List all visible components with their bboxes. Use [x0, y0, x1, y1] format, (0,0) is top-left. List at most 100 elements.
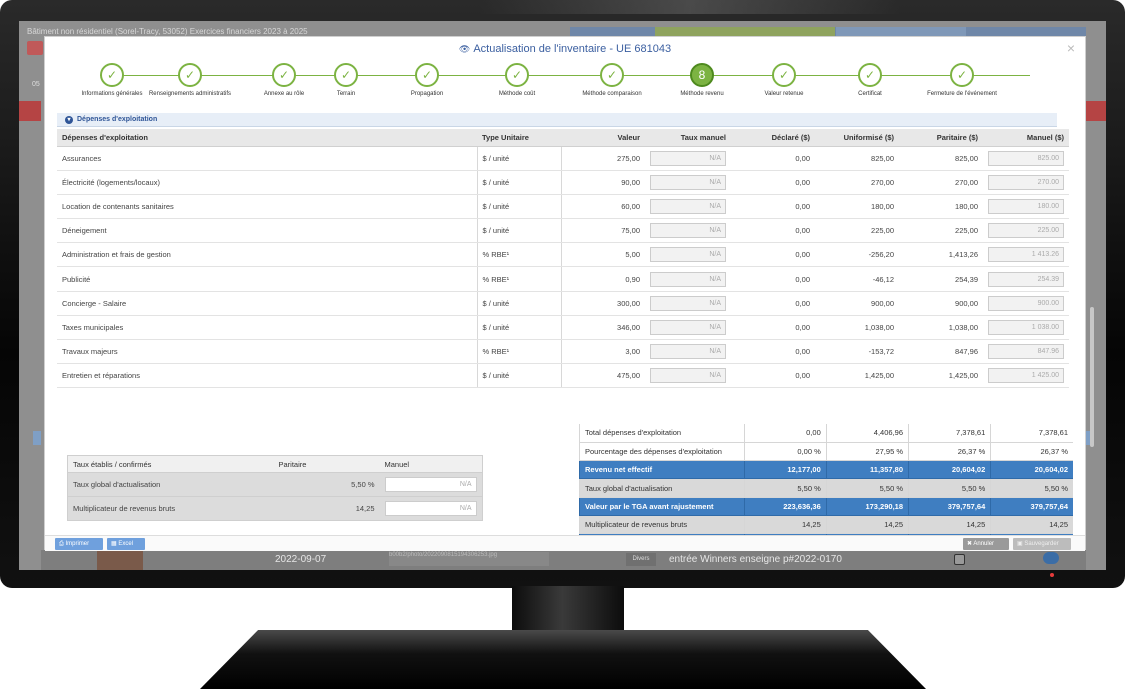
- rate-parity: 14,25: [273, 496, 380, 521]
- summary-manual: 7,378,61: [990, 424, 1073, 443]
- expense-name: Publicité: [57, 266, 477, 292]
- manual-rate-cell: N/A: [645, 170, 731, 195]
- rates-header-parity: Paritaire: [273, 455, 380, 473]
- background-red-button: [27, 41, 43, 55]
- table-row: Entretien et réparations $ / unité 475,00 N…: [57, 363, 1069, 389]
- manual-value-input[interactable]: 180.00: [988, 198, 1064, 214]
- expense-type: $ / unité: [476, 291, 561, 316]
- rate-manual-cell: N/A: [379, 472, 482, 497]
- manual-value-input[interactable]: 900.00: [988, 295, 1064, 311]
- summary-declared: 223,636,36: [743, 497, 827, 516]
- modal-header: 👁 Actualisation de l'inventaire - UE 6810…: [45, 37, 1085, 61]
- parity-value: 180,00: [899, 194, 983, 220]
- standardized-value: -46,12: [815, 266, 899, 292]
- manual-value-cell: 847.96: [983, 339, 1069, 365]
- manual-value-input[interactable]: 1 425.00: [988, 368, 1064, 384]
- summary-table: Total dépenses d'exploitation 0,00 4,406,9…: [579, 424, 1073, 535]
- wizard-stepper: ✓ Informations générales ✓ Renseignements a…: [45, 61, 1085, 113]
- cancel-button[interactable]: ✖ Annuler: [963, 538, 1009, 550]
- chevron-down-icon: ▾: [65, 116, 73, 124]
- standardized-value: 270,00: [815, 170, 899, 195]
- summary-label: Pourcentage des dépenses d'exploitation: [579, 442, 744, 462]
- summary-standardized: 11,357,80: [825, 460, 909, 480]
- manual-value-input[interactable]: 254.39: [988, 271, 1064, 287]
- col-header-standardized: Uniformisé ($): [815, 129, 899, 147]
- rate-manual-input[interactable]: N/A: [384, 477, 477, 492]
- manual-rate-input[interactable]: N/A: [650, 319, 726, 335]
- check-icon: ✓: [772, 63, 796, 87]
- manual-value-input[interactable]: 825.00: [988, 150, 1064, 166]
- section-header-expenses[interactable]: ▾ Dépenses d'exploitation: [57, 113, 1057, 127]
- col-header-type: Type Unitaire: [477, 129, 561, 147]
- section-title: Dépenses d'exploitation: [77, 116, 158, 123]
- manual-value-input[interactable]: 270.00: [988, 174, 1064, 190]
- table-row: Assurances $ / unité 275,00 N/A 0,00 825,00 82…: [57, 146, 1069, 171]
- summary-row: Multiplicateur de revenus bruts 14,25 14,2…: [579, 515, 1073, 535]
- summary-row: Valeur par le TGA avant rajustement 223,6…: [579, 497, 1073, 516]
- background-row-description: entrée Winners enseigne p#2022-0170: [669, 554, 842, 565]
- expense-type: $ / unité: [476, 146, 561, 171]
- manual-rate-input[interactable]: N/A: [650, 368, 726, 384]
- close-icon[interactable]: ×: [1067, 40, 1075, 56]
- step-6[interactable]: ✓ Méthode coût: [462, 61, 572, 97]
- manual-rate-input[interactable]: N/A: [650, 223, 726, 239]
- manual-value-input[interactable]: 1 413.26: [988, 247, 1064, 263]
- rates-row: Multiplicateur de revenus bruts 14,25 N/A: [67, 496, 482, 521]
- expense-value: 60,00: [560, 194, 645, 220]
- screen: Bâtiment non résidentiel (Sorel-Tracy, 5…: [19, 21, 1106, 570]
- check-icon: ✓: [600, 63, 624, 87]
- excel-button[interactable]: ▦ Excel: [107, 538, 145, 550]
- rate-manual-cell: N/A: [379, 496, 482, 521]
- bezel-glare: [480, 0, 900, 14]
- rates-header-row: Taux établis / confirmés Paritaire Manue…: [67, 455, 482, 473]
- content-scrollbar[interactable]: [1090, 307, 1094, 447]
- parity-value: 1,413,26: [899, 242, 983, 268]
- step-11[interactable]: ✓ Fermeture de l'événement: [907, 61, 1017, 97]
- summary-manual: 5,50 %: [990, 478, 1073, 498]
- summary-body: Total dépenses d'exploitation 0,00 4,406,9…: [579, 424, 1073, 535]
- declared-value: 0,00: [731, 291, 815, 316]
- manual-value-input[interactable]: 847.96: [988, 344, 1064, 360]
- expense-name: Électricité (logements/locaux): [57, 170, 477, 195]
- expenses-body: Assurances $ / unité 275,00 N/A 0,00 825,00 82…: [57, 146, 1069, 389]
- summary-label: Total dépenses d'exploitation: [579, 424, 744, 443]
- manual-rate-input[interactable]: N/A: [650, 295, 726, 311]
- manual-rate-input[interactable]: N/A: [650, 247, 726, 263]
- expense-value: 475,00: [560, 363, 645, 389]
- manual-rate-input[interactable]: N/A: [650, 344, 726, 360]
- expense-type: % RBE¹: [476, 266, 561, 292]
- background-photo-row: [41, 550, 1086, 570]
- expense-value: 90,00: [560, 170, 645, 195]
- manual-value-input[interactable]: 1 038.00: [988, 319, 1064, 335]
- col-header-manual: Manuel ($): [983, 129, 1069, 147]
- step-label: Méthode coût: [498, 91, 536, 97]
- manual-rate-input[interactable]: N/A: [650, 174, 726, 190]
- expense-name: Location de contenants sanitaires: [57, 194, 477, 220]
- manual-rate-input[interactable]: N/A: [650, 150, 726, 166]
- check-icon: ✓: [505, 63, 529, 87]
- summary-standardized: 5,50 %: [825, 478, 909, 498]
- print-button[interactable]: ⎙ Imprimer: [55, 538, 103, 550]
- rates-row: Taux global d'actualisation 5,50 % N/A: [67, 472, 482, 497]
- rates-header-label: Taux établis / confirmés: [67, 455, 274, 473]
- manual-rate-input[interactable]: N/A: [650, 198, 726, 214]
- manual-value-input[interactable]: 225.00: [988, 223, 1064, 239]
- declared-value: 0,00: [731, 339, 815, 365]
- declared-value: 0,00: [731, 242, 815, 268]
- expense-value: 75,00: [560, 218, 645, 244]
- rates-table: Taux établis / confirmés Paritaire Manue…: [67, 455, 483, 521]
- rate-manual-input[interactable]: N/A: [384, 501, 477, 516]
- parity-value: 1,038,00: [899, 315, 983, 341]
- manual-value-cell: 1 413.26: [983, 242, 1069, 268]
- manual-value-cell: 270.00: [983, 170, 1069, 195]
- background-photo-thumbnail: [97, 551, 143, 570]
- col-header-declared: Déclaré ($): [731, 129, 815, 147]
- summary-manual: 26,37 %: [990, 442, 1073, 462]
- table-row: Publicité% RBE¹ 0,90 N/A 0,00 -46,12 254,39 25…: [57, 266, 1069, 292]
- manual-rate-input[interactable]: N/A: [650, 271, 726, 287]
- expenses-table: Dépenses d'exploitation Type Unitaire Va…: [57, 129, 1069, 389]
- parity-value: 225,00: [899, 218, 983, 244]
- expense-type: % RBE¹: [476, 339, 561, 365]
- save-button[interactable]: ▣ Sauvegarder: [1013, 538, 1071, 550]
- col-header-manual-rate: Taux manuel: [645, 129, 731, 147]
